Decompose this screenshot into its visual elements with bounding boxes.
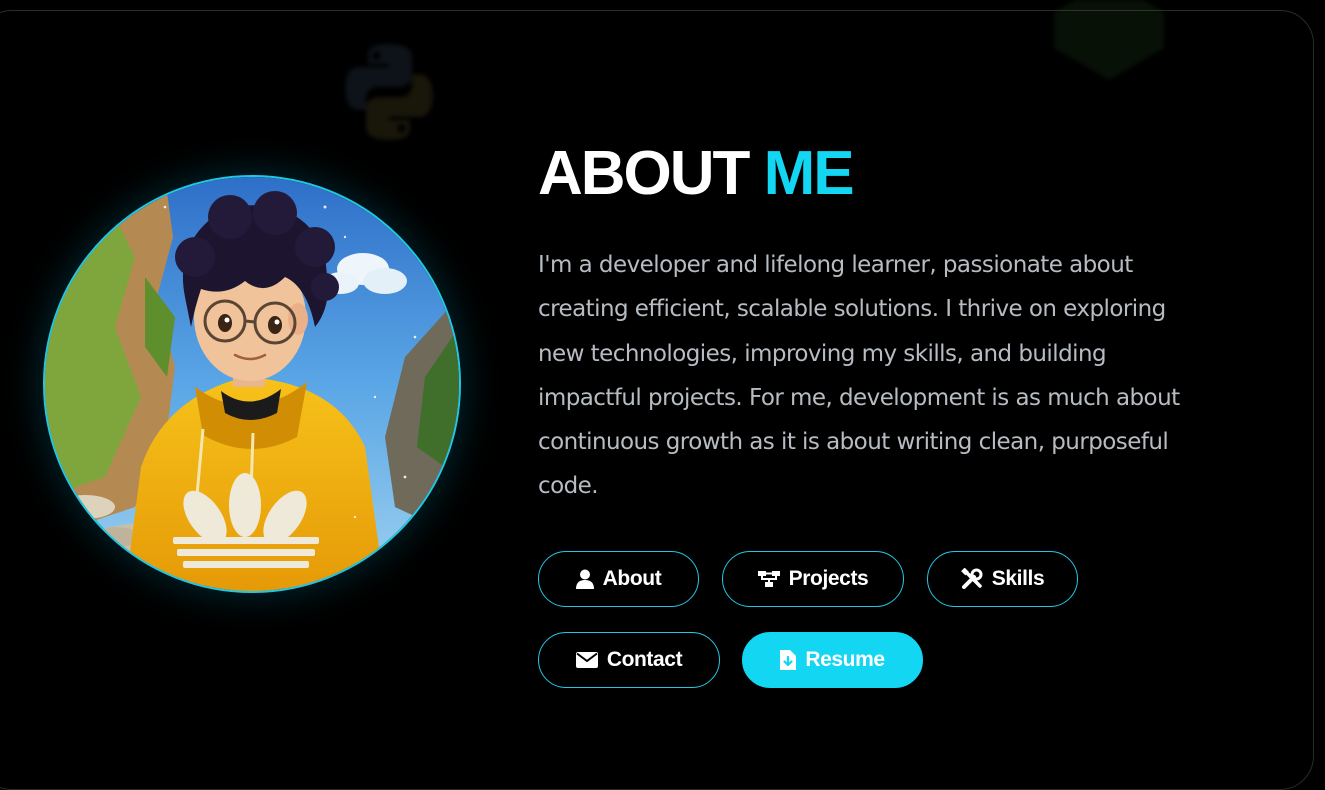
about-button[interactable]: About — [538, 551, 699, 607]
about-button-label: About — [602, 567, 662, 590]
page-title: ABOUT ME — [538, 136, 855, 212]
nodejs-logo-icon — [1054, 0, 1164, 80]
python-logo-icon — [345, 44, 433, 140]
profile-avatar — [43, 175, 461, 593]
file-download-icon — [780, 650, 797, 670]
sitemap-icon — [757, 570, 780, 588]
resume-button[interactable]: Resume — [742, 632, 923, 688]
title-main: ABOUT — [538, 139, 750, 208]
resume-button-label: Resume — [805, 648, 885, 671]
contact-button[interactable]: Contact — [538, 632, 720, 688]
tools-icon — [960, 568, 983, 590]
title-accent: ME — [763, 139, 855, 208]
skills-button-label: Skills — [991, 567, 1045, 590]
user-icon — [575, 569, 594, 589]
about-description: I'm a developer and lifelong learner, pa… — [538, 252, 1180, 500]
projects-button-label: Projects — [788, 567, 869, 590]
contact-button-label: Contact — [606, 648, 683, 671]
projects-button[interactable]: Projects — [722, 551, 904, 607]
envelope-icon — [575, 652, 598, 668]
skills-button[interactable]: Skills — [927, 551, 1078, 607]
